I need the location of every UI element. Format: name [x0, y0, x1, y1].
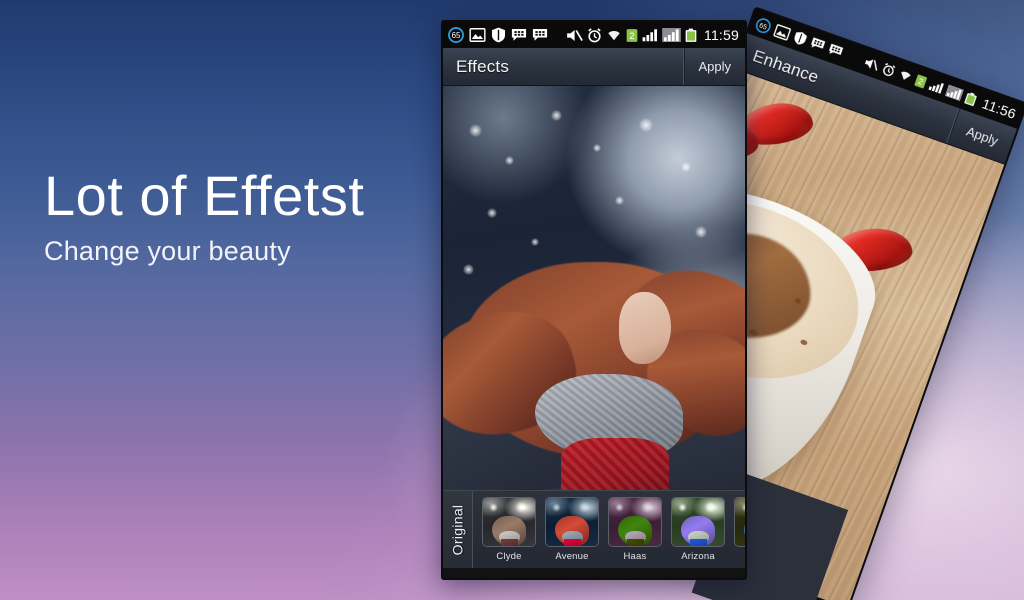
photo-canvas[interactable]	[443, 86, 745, 490]
sim2-icon: 2	[626, 28, 638, 42]
filter-label: Arizona	[681, 551, 715, 562]
screen-title: Effects	[456, 56, 510, 76]
gallery-icon	[469, 28, 486, 42]
signal-icon	[928, 82, 944, 94]
wifi-icon	[608, 31, 620, 41]
snowflake	[681, 162, 691, 172]
mute-icon	[567, 29, 583, 41]
message-icon	[532, 29, 548, 41]
status-bar-spacer	[847, 55, 860, 60]
status-bar-left-icons: 65	[448, 27, 548, 43]
filter-preview-render	[735, 498, 745, 546]
filter-preview-image[interactable]	[671, 497, 725, 547]
message-icon	[829, 43, 844, 55]
red-sweater	[561, 438, 669, 490]
filter-label: Avenue	[555, 551, 589, 562]
signal-icon	[944, 84, 964, 102]
badge-65-icon: 65	[756, 17, 771, 33]
original-tab-label: Original	[449, 504, 466, 555]
filter-preview-image[interactable]	[482, 497, 536, 547]
portrait-photo	[443, 86, 745, 490]
alarm-icon	[883, 62, 896, 76]
filter-preview-render	[672, 498, 724, 546]
shield-icon	[491, 27, 506, 43]
status-bar: 65	[443, 22, 745, 48]
action-bar: Effects Apply	[443, 48, 745, 86]
original-tab[interactable]: Original	[443, 491, 473, 568]
filter-preview-image[interactable]	[734, 497, 745, 547]
alarm-icon	[588, 27, 601, 42]
phone-screen-effects: 65 2 11:59 Effects Apply Original Clyde …	[441, 20, 747, 580]
status-bar-clock: 11:59	[704, 27, 739, 43]
svg-text:2: 2	[629, 30, 634, 40]
snowflake	[487, 208, 497, 218]
snowflake	[531, 238, 539, 246]
filter-thumbnail[interactable]: Arizona	[671, 497, 725, 562]
filter-thumbnail[interactable]: Haas	[608, 497, 662, 562]
signal-icon	[642, 29, 657, 42]
filter-preview-render	[609, 498, 661, 546]
filter-preview-image[interactable]	[608, 497, 662, 547]
promo-copy: Lot of Effetst Change your beauty	[44, 168, 364, 267]
snowflake	[551, 110, 562, 121]
message-icon	[811, 37, 826, 49]
snowflake	[469, 124, 482, 137]
filter-strip[interactable]: Original Clyde Avenue Haas Arizona	[443, 490, 745, 568]
snowflake	[615, 196, 624, 205]
filter-preview-image[interactable]	[545, 497, 599, 547]
snowflake	[463, 264, 474, 275]
sim2-icon: 2	[914, 74, 928, 88]
cocoa-speck	[799, 338, 808, 346]
filter-label: Clyde	[496, 551, 522, 562]
battery-icon	[685, 28, 697, 42]
gallery-icon	[773, 23, 792, 41]
filter-preview-render	[546, 498, 598, 546]
snowflake	[505, 156, 514, 165]
snowflake	[695, 226, 707, 238]
signal-icon	[662, 28, 681, 42]
status-bar-right-icons: 2 11:59	[566, 27, 739, 43]
apply-button[interactable]: Apply	[683, 48, 745, 85]
mute-icon	[865, 59, 878, 71]
battery-icon	[964, 92, 977, 106]
snowflake	[639, 118, 653, 132]
page-title: Lot of Effetst	[44, 164, 365, 227]
badge-65-icon: 65	[448, 27, 464, 43]
filter-thumbnail[interactable]: Clyde	[482, 497, 536, 562]
filter-thumbnail[interactable]: Avenue	[545, 497, 599, 562]
filter-thumbnail[interactable]	[734, 497, 745, 551]
message-icon	[511, 29, 527, 41]
snowflake	[593, 144, 601, 152]
filter-thumbnail-list[interactable]: Clyde Avenue Haas Arizona	[473, 491, 745, 568]
svg-text:65: 65	[452, 31, 461, 40]
wifi-icon	[901, 71, 911, 80]
filter-preview-render	[483, 498, 535, 546]
page-subtitle: Change your beauty	[44, 236, 291, 266]
shield-icon	[794, 32, 808, 45]
filter-label: Haas	[623, 551, 647, 562]
